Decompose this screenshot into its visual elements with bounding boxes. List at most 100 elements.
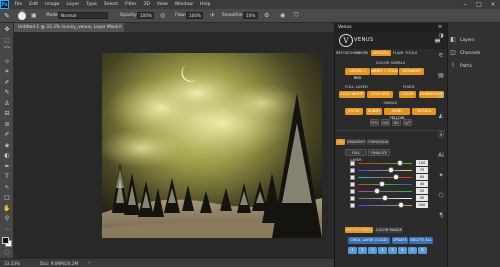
slider-track[interactable] bbox=[358, 176, 412, 179]
menu-item-help[interactable]: Help bbox=[196, 0, 213, 9]
small-button-0[interactable]: 1 bbox=[348, 247, 357, 254]
healing-tool-icon[interactable]: ✎ bbox=[3, 89, 11, 96]
small-button-5[interactable]: 6 bbox=[398, 247, 407, 254]
action-button-2[interactable]: DELETE ALL bbox=[409, 237, 433, 244]
slider-value[interactable]: 500 bbox=[416, 202, 428, 208]
bottom-tab-0[interactable]: SPECIFY PANEL bbox=[345, 227, 373, 233]
slider-row[interactable]: 100 bbox=[350, 160, 430, 166]
minimize-icon[interactable]: – bbox=[458, 0, 472, 9]
photoshop-logo[interactable]: Ps bbox=[0, 0, 9, 9]
menu-item-image[interactable]: Image bbox=[42, 0, 63, 9]
menu-item-type[interactable]: Type bbox=[83, 0, 101, 9]
small-button-7[interactable]: 8 bbox=[418, 247, 427, 254]
slider-value[interactable]: 40 bbox=[416, 181, 428, 187]
slider-row[interactable]: 40 bbox=[350, 181, 430, 187]
sub-button-0[interactable]: FULL LAYER bbox=[345, 149, 367, 162]
tab-specific[interactable]: SPECIFIC bbox=[371, 50, 391, 56]
slider-row[interactable]: 50 bbox=[350, 195, 430, 201]
slider-checkbox[interactable] bbox=[350, 167, 355, 173]
tab-retouching[interactable]: RETOUCHING bbox=[336, 50, 360, 56]
single-button-3[interactable]: SEPIATA bbox=[412, 108, 436, 115]
side-panel-icon[interactable]: ⓐ bbox=[437, 132, 445, 140]
slider-knob[interactable] bbox=[388, 167, 395, 173]
document-tab[interactable]: Untitled-1 @ 33.3% (sunny_venus, Layer M… bbox=[14, 23, 124, 39]
small-button-2[interactable]: 3 bbox=[368, 247, 377, 254]
single-small-button-1[interactable]: O/A bbox=[381, 119, 390, 126]
slider-knob[interactable] bbox=[373, 188, 380, 194]
crop-tool-icon[interactable]: ⌗ bbox=[3, 68, 11, 75]
brush-settings-icon[interactable]: ▣ bbox=[31, 12, 39, 20]
side-panel-icon[interactable]: ◭ bbox=[437, 112, 445, 120]
pen-tool-icon[interactable]: ✒ bbox=[3, 163, 11, 170]
slider-row[interactable]: 64 bbox=[350, 174, 430, 180]
maximize-icon[interactable]: □ bbox=[472, 0, 486, 9]
pressure-opacity-icon[interactable]: ◎ bbox=[160, 12, 168, 20]
single-small-button-0[interactable]: FITL bbox=[370, 119, 379, 126]
eyedropper-tool-icon[interactable]: ✐ bbox=[3, 79, 11, 86]
small-button-3[interactable]: 4 bbox=[378, 247, 387, 254]
dock-layers[interactable]: ◧ Layers bbox=[449, 35, 474, 45]
quick-mask-icon[interactable]: ◌ bbox=[3, 249, 11, 256]
subtab-gradient[interactable]: GRADIENT bbox=[346, 139, 366, 145]
slider-checkbox[interactable] bbox=[350, 202, 355, 208]
side-panel-icon[interactable]: ⚟ bbox=[437, 52, 445, 60]
bottom-tab-1[interactable]: COLOR RANGE bbox=[375, 227, 403, 233]
dock-paths[interactable]: ⌇ Paths bbox=[449, 61, 472, 71]
smoothing-input[interactable]: 10% bbox=[243, 12, 258, 19]
slider-knob[interactable] bbox=[398, 202, 405, 208]
smoothing-settings-icon[interactable]: ⚙ bbox=[264, 12, 272, 20]
slider-knob[interactable] bbox=[382, 195, 388, 201]
path-select-tool-icon[interactable]: ↖ bbox=[3, 184, 11, 191]
single-small-button-2[interactable]: R/L bbox=[392, 119, 401, 126]
slider-row[interactable]: 500 bbox=[350, 202, 430, 208]
slider-knob[interactable] bbox=[397, 160, 404, 166]
symmetry-icon[interactable]: ⛉ bbox=[294, 12, 302, 20]
action-button-1[interactable]: UPDATE bbox=[392, 237, 408, 244]
type-tool-icon[interactable]: T bbox=[3, 173, 11, 180]
sub-button-1[interactable]: FINALIZE bbox=[368, 149, 390, 156]
menu-item-edit[interactable]: Edit bbox=[26, 0, 42, 9]
slider-track[interactable] bbox=[358, 169, 412, 172]
quick-select-tool-icon[interactable]: ⊹ bbox=[3, 58, 11, 65]
stamp-tool-icon[interactable]: ⊟ bbox=[3, 110, 11, 117]
menu-item-filter[interactable]: Filter bbox=[122, 0, 140, 9]
zoom-level[interactable]: 33.33% bbox=[4, 261, 20, 266]
opacity-input[interactable]: 100% bbox=[137, 12, 154, 19]
slider-checkbox[interactable] bbox=[350, 188, 355, 194]
history-brush-tool-icon[interactable]: ⊘ bbox=[3, 121, 11, 128]
subtab-cyan-aqua[interactable]: CYAN/AQUA bbox=[367, 139, 389, 145]
full-button-2[interactable]: COLOR bbox=[399, 91, 416, 98]
full-button-1[interactable]: COLD RED bbox=[367, 91, 393, 98]
full-button-0[interactable]: COLD WHITE bbox=[339, 91, 365, 98]
slider-checkbox[interactable] bbox=[350, 174, 355, 180]
slider-value[interactable]: 20 bbox=[416, 188, 428, 194]
single-button-0[interactable]: JOYFUL bbox=[345, 108, 363, 115]
panel-menu-icon[interactable]: ≡ bbox=[438, 23, 446, 32]
marquee-tool-icon[interactable]: ⬚ bbox=[3, 37, 11, 44]
status-arrow-icon[interactable]: › bbox=[88, 260, 90, 266]
menu-item-window[interactable]: Window bbox=[171, 0, 196, 9]
slider-checkbox[interactable] bbox=[350, 181, 355, 187]
move-tool-icon[interactable]: ✥ bbox=[3, 26, 11, 33]
slider-row[interactable]: 20 bbox=[350, 188, 430, 194]
menu-item-view[interactable]: View bbox=[153, 0, 171, 9]
tab-dopa[interactable]: DOPA bbox=[356, 50, 370, 56]
subtab-hsl[interactable]: HSL bbox=[336, 139, 345, 145]
slider-checkbox[interactable] bbox=[350, 195, 355, 201]
slider-track[interactable] bbox=[358, 190, 412, 193]
shape-tool-icon[interactable]: □ bbox=[3, 194, 11, 201]
side-panel-icon[interactable]: ¶ bbox=[437, 212, 445, 220]
lasso-tool-icon[interactable]: ⌒ bbox=[3, 47, 11, 54]
side-panel-icon[interactable]: ◑ bbox=[437, 32, 445, 40]
menu-item-file[interactable]: File bbox=[11, 0, 26, 9]
pressure-size-icon[interactable]: ◉ bbox=[280, 12, 288, 20]
side-panel-icon[interactable]: Ai bbox=[437, 152, 445, 160]
slider-knob[interactable] bbox=[379, 181, 386, 187]
small-button-6[interactable]: 7 bbox=[408, 247, 417, 254]
slider-track[interactable] bbox=[358, 162, 412, 165]
slider-knob[interactable] bbox=[392, 174, 399, 180]
tab-close-icon[interactable]: × bbox=[118, 23, 124, 32]
foreground-color-swatch[interactable] bbox=[2, 237, 9, 244]
airbrush-icon[interactable]: ✈ bbox=[210, 12, 218, 20]
gradient-tool-icon[interactable]: ◈ bbox=[3, 142, 11, 149]
